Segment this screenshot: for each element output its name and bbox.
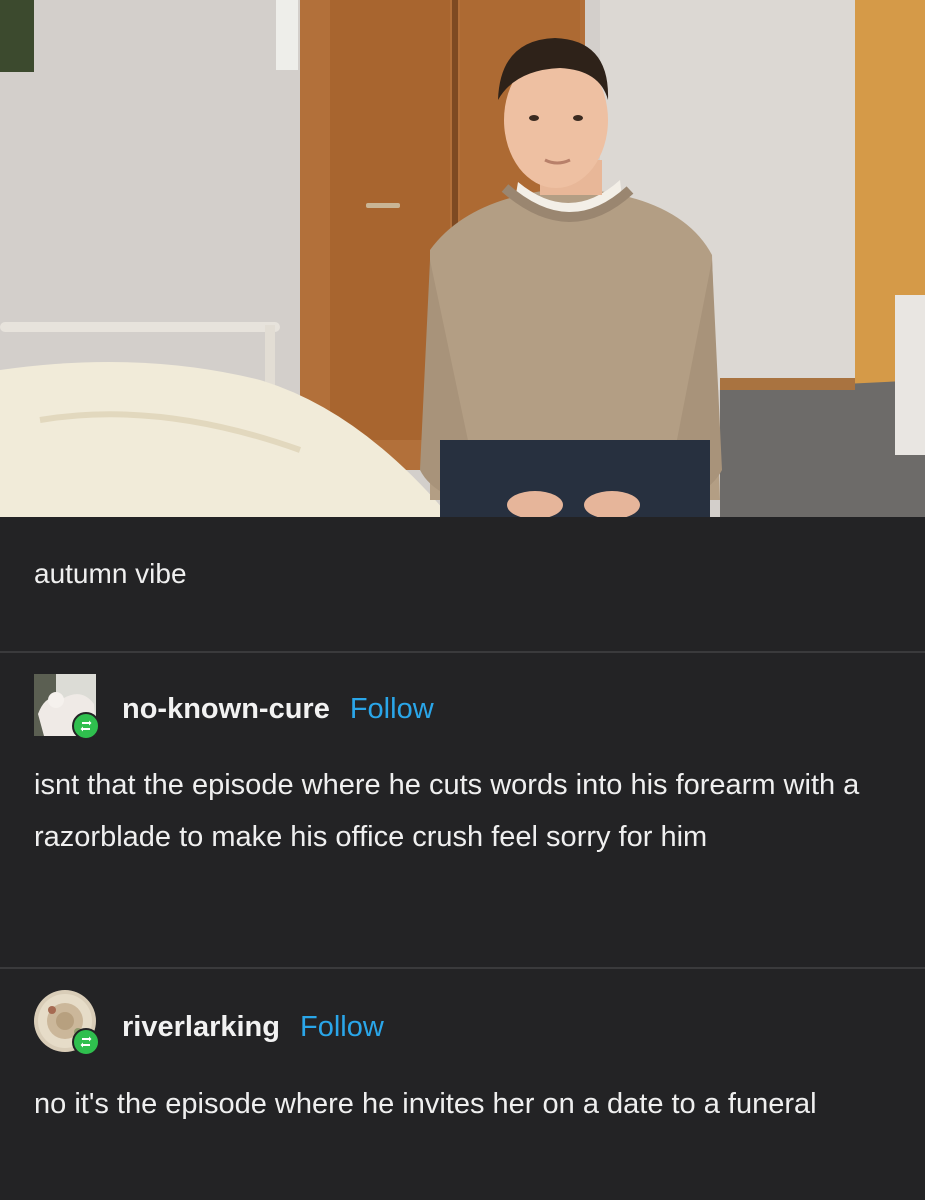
reply-text: isnt that the episode where he cuts word… xyxy=(34,769,860,853)
post-photo[interactable] xyxy=(0,0,925,517)
avatar[interactable] xyxy=(34,674,100,740)
username-link[interactable]: riverlarking xyxy=(122,1011,280,1043)
reply-header: no-known-cure Follow xyxy=(122,692,434,726)
follow-button[interactable]: Follow xyxy=(350,693,434,725)
follow-button[interactable]: Follow xyxy=(300,1011,384,1043)
reblog-icon xyxy=(72,1028,100,1056)
divider xyxy=(0,651,925,653)
username-link[interactable]: no-known-cure xyxy=(122,693,330,725)
post-body: autumn vibe no-known-cure Follow isnt th… xyxy=(0,517,925,1200)
reblog-icon xyxy=(72,712,100,740)
reply-text: no it's the episode where he invites her… xyxy=(34,1088,817,1120)
reply-header: riverlarking Follow xyxy=(122,1010,384,1044)
avatar[interactable] xyxy=(34,990,100,1056)
post-caption: autumn vibe xyxy=(34,558,187,589)
divider xyxy=(0,967,925,969)
post-image xyxy=(0,0,925,517)
